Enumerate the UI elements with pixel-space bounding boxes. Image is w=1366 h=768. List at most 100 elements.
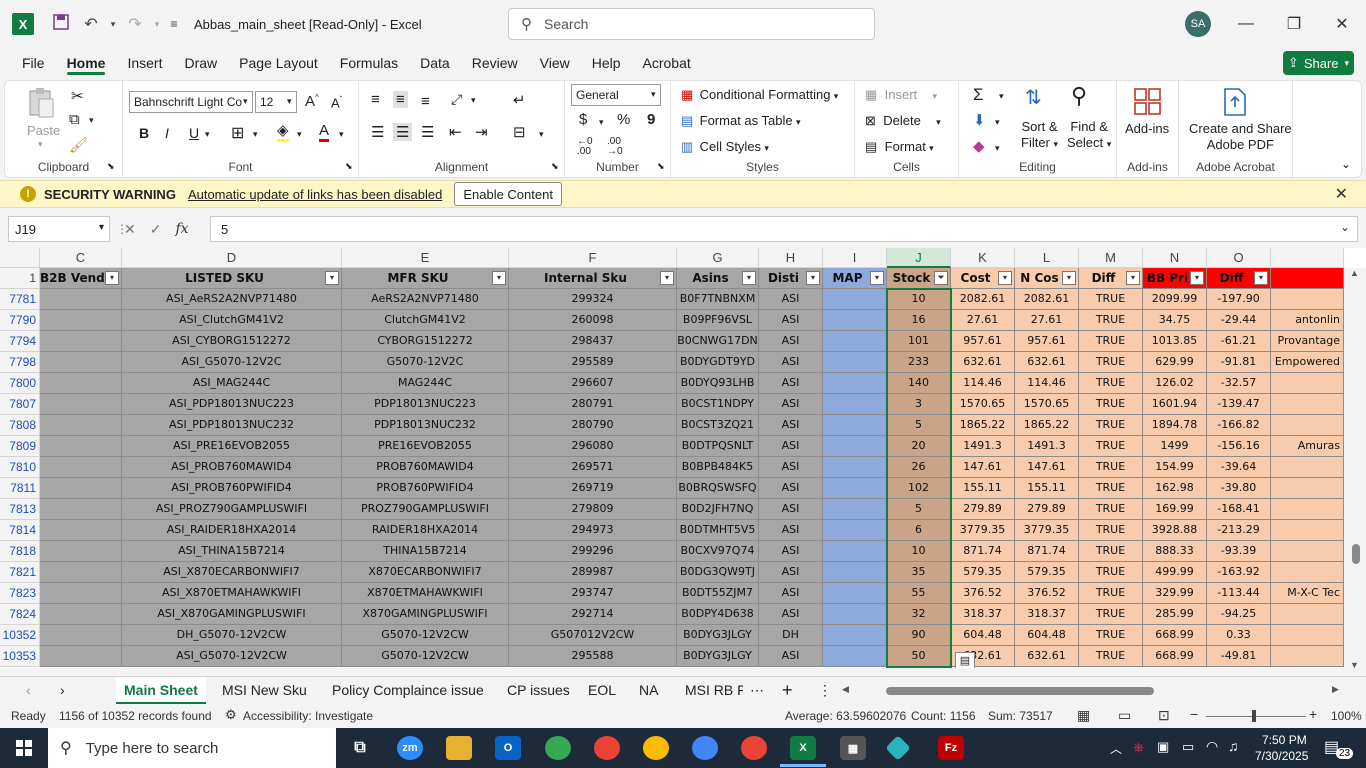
table-cell[interactable]: 3928.88 bbox=[1143, 520, 1207, 541]
table-cell[interactable]: ASI bbox=[759, 415, 823, 436]
table-header-cell[interactable]: MAP ▾ bbox=[823, 268, 887, 289]
delete-button[interactable]: ⊠ Delete ▾ bbox=[865, 113, 941, 129]
row-header[interactable]: 7818 bbox=[0, 541, 40, 562]
fill-color-dropdown-icon[interactable]: ▾ bbox=[297, 129, 302, 140]
restore-icon[interactable]: ❐ bbox=[1274, 10, 1314, 38]
table-cell[interactable] bbox=[823, 331, 887, 352]
table-cell[interactable]: TRUE bbox=[1079, 289, 1143, 310]
fill-color-icon[interactable]: ◈ bbox=[277, 123, 289, 142]
table-cell[interactable]: ASI_ClutchGM41V2 bbox=[122, 310, 342, 331]
table-cell[interactable]: 2082.61 bbox=[951, 289, 1015, 310]
table-cell[interactable]: 55 bbox=[887, 583, 951, 604]
comma-button[interactable]: 9 bbox=[647, 111, 655, 128]
table-cell[interactable]: B0F7TNBNXM bbox=[677, 289, 759, 310]
table-cell[interactable]: -49.81 bbox=[1207, 646, 1271, 667]
number-format-dropdown-icon[interactable]: ▾ bbox=[651, 89, 656, 100]
orientation-dropdown-icon[interactable]: ▾ bbox=[471, 95, 476, 106]
table-cell[interactable]: B0BRQSWSFQ bbox=[677, 478, 759, 499]
table-cell[interactable] bbox=[823, 520, 887, 541]
align-top-icon[interactable]: ≡ bbox=[371, 91, 380, 108]
tab-review[interactable]: Review bbox=[461, 48, 529, 78]
table-cell[interactable] bbox=[1271, 394, 1344, 415]
table-cell[interactable]: 285.99 bbox=[1143, 604, 1207, 625]
paste-icon[interactable] bbox=[27, 87, 59, 118]
table-cell[interactable]: 632.61 bbox=[1015, 352, 1079, 373]
table-cell[interactable]: ASI bbox=[759, 373, 823, 394]
table-cell[interactable]: ASI bbox=[759, 562, 823, 583]
table-cell[interactable]: ASI_THINA15B7214 bbox=[122, 541, 342, 562]
increase-indent-icon[interactable]: ⇥ bbox=[475, 123, 488, 141]
expand-formula-icon[interactable]: ⌄ bbox=[1340, 220, 1350, 234]
font-name-select[interactable]: Bahnschrift Light Co bbox=[129, 91, 253, 113]
tab-insert[interactable]: Insert bbox=[116, 48, 173, 78]
table-cell[interactable]: 632.61 bbox=[951, 352, 1015, 373]
table-cell[interactable]: TRUE bbox=[1079, 520, 1143, 541]
table-cell[interactable] bbox=[1271, 541, 1344, 562]
table-header-cell[interactable]: N Cos ▾ bbox=[1015, 268, 1079, 289]
table-cell[interactable]: 147.61 bbox=[1015, 457, 1079, 478]
table-cell[interactable]: 114.46 bbox=[1015, 373, 1079, 394]
table-cell[interactable] bbox=[1271, 415, 1344, 436]
filter-dropdown-icon[interactable]: ▾ bbox=[105, 271, 119, 285]
filezilla-icon[interactable]: Fz bbox=[938, 736, 964, 760]
underline-dropdown-icon[interactable]: ▾ bbox=[205, 129, 210, 140]
share-button[interactable]: ⇪ Share ▾ bbox=[1283, 51, 1354, 75]
table-cell[interactable]: 1865.22 bbox=[1015, 415, 1079, 436]
table-cell[interactable]: B0DPY4D638 bbox=[677, 604, 759, 625]
table-cell[interactable]: ASI_X870GAMINGPLUSWIFI bbox=[122, 604, 342, 625]
table-cell[interactable]: ASI bbox=[759, 604, 823, 625]
table-cell[interactable] bbox=[823, 625, 887, 646]
table-cell[interactable]: M-X-C Tec bbox=[1271, 583, 1344, 604]
table-cell[interactable]: 6 bbox=[887, 520, 951, 541]
zoom-in-icon[interactable]: + bbox=[1309, 706, 1317, 722]
filter-dropdown-icon[interactable]: ▾ bbox=[998, 271, 1012, 285]
table-cell[interactable]: 957.61 bbox=[951, 331, 1015, 352]
horizontal-scrollbar[interactable]: ◀ ▶ bbox=[842, 683, 1342, 699]
row-header[interactable]: 10352 bbox=[0, 625, 40, 646]
table-cell[interactable]: B0DYQ93LHB bbox=[677, 373, 759, 394]
table-cell[interactable]: 269719 bbox=[509, 478, 677, 499]
table-cell[interactable]: -61.21 bbox=[1207, 331, 1271, 352]
table-cell[interactable]: G5070-12V2CW bbox=[342, 625, 509, 646]
table-cell[interactable]: ASI bbox=[759, 478, 823, 499]
decrease-font-icon[interactable]: Aˇ bbox=[331, 95, 342, 110]
table-cell[interactable]: ClutchGM41V2 bbox=[342, 310, 509, 331]
table-cell[interactable]: DH_G5070-12V2CW bbox=[122, 625, 342, 646]
table-cell[interactable]: ASI bbox=[759, 646, 823, 667]
table-cell[interactable]: 26 bbox=[887, 457, 951, 478]
underline-button[interactable]: U bbox=[189, 125, 199, 141]
table-cell[interactable] bbox=[40, 583, 122, 604]
table-cell[interactable]: 155.11 bbox=[1015, 478, 1079, 499]
table-cell[interactable]: TRUE bbox=[1079, 646, 1143, 667]
table-header-cell[interactable] bbox=[1271, 268, 1344, 289]
cut-icon[interactable]: ✂ bbox=[71, 87, 84, 105]
table-cell[interactable]: ASI_X870ETMAHAWKWIFI bbox=[122, 583, 342, 604]
undo-dropdown-icon[interactable]: ▾ bbox=[106, 19, 120, 30]
search-input[interactable]: ⚲ Search bbox=[508, 8, 875, 40]
decrease-indent-icon[interactable]: ⇤ bbox=[449, 123, 462, 141]
acrobat-tray-icon[interactable]: ⎈ bbox=[1133, 739, 1144, 756]
table-cell[interactable] bbox=[823, 373, 887, 394]
column-header-k[interactable]: K bbox=[951, 248, 1015, 268]
table-cell[interactable] bbox=[40, 352, 122, 373]
table-cell[interactable] bbox=[40, 289, 122, 310]
table-cell[interactable] bbox=[823, 478, 887, 499]
row-header[interactable]: 7823 bbox=[0, 583, 40, 604]
table-cell[interactable]: 1570.65 bbox=[951, 394, 1015, 415]
table-header-cell[interactable]: MFR SKU ▾ bbox=[342, 268, 509, 289]
table-cell[interactable] bbox=[823, 541, 887, 562]
tab-draw[interactable]: Draw bbox=[173, 48, 228, 78]
row-header[interactable]: 7794 bbox=[0, 331, 40, 352]
table-cell[interactable]: 3779.35 bbox=[951, 520, 1015, 541]
table-cell[interactable]: 1013.85 bbox=[1143, 331, 1207, 352]
italic-button[interactable]: I bbox=[165, 125, 169, 141]
table-cell[interactable]: 162.98 bbox=[1143, 478, 1207, 499]
table-cell[interactable]: 169.99 bbox=[1143, 499, 1207, 520]
table-cell[interactable]: -156.16 bbox=[1207, 436, 1271, 457]
sheet-tab-eol[interactable]: EOL bbox=[588, 677, 616, 705]
table-cell[interactable] bbox=[40, 646, 122, 667]
table-cell[interactable]: ASI bbox=[759, 499, 823, 520]
table-cell[interactable]: 1865.22 bbox=[951, 415, 1015, 436]
chrome-profile-2-icon[interactable] bbox=[594, 736, 620, 760]
table-cell[interactable]: CYBORG1512272 bbox=[342, 331, 509, 352]
